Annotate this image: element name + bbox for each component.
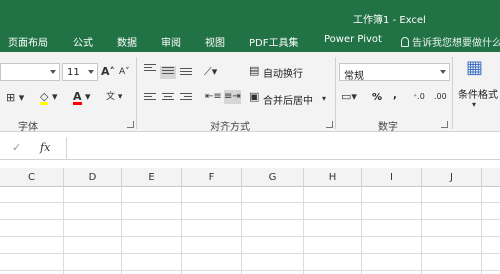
tab-formulas[interactable]: 公式 <box>73 34 93 49</box>
comma-style-button[interactable]: , <box>393 90 397 101</box>
chevron-down-icon[interactable]: ▾ <box>322 92 326 106</box>
table-row <box>0 204 500 220</box>
orientation-icon[interactable]: ⟋▾ <box>204 65 217 79</box>
number-format-value: 常规 <box>344 71 364 82</box>
column-header-partial[interactable] <box>482 168 500 187</box>
tab-review[interactable]: 审阅 <box>161 34 181 49</box>
lightbulb-icon <box>401 37 409 47</box>
conditional-format-button[interactable]: 条件格式 <box>458 86 498 101</box>
fill-color-icon[interactable]: ◇ ▾ <box>40 90 58 105</box>
table-row <box>0 187 500 203</box>
chevron-down-icon <box>88 70 94 74</box>
number-format-combo[interactable]: 常规 <box>339 63 450 82</box>
window-title: 工作簿1 - Excel <box>353 15 426 26</box>
align-left-icon[interactable] <box>144 93 156 103</box>
wrap-text-button[interactable]: 自动换行 <box>263 65 303 80</box>
formula-buttons: ✓ fx <box>0 136 64 160</box>
decrease-indent-icon[interactable]: ⇤≡ <box>205 90 222 104</box>
insert-function-icon[interactable]: fx <box>40 141 50 155</box>
table-row <box>0 238 500 254</box>
title-bar: 工作簿1 - Excel <box>0 0 500 30</box>
decrease-font-icon[interactable]: A˅ <box>119 65 130 79</box>
formula-input[interactable] <box>66 137 500 159</box>
divider <box>335 57 336 129</box>
font-color-icon[interactable]: A ▾ <box>73 90 91 105</box>
font-size-combo[interactable]: 11 <box>62 63 98 81</box>
column-header-J[interactable]: J <box>422 168 482 187</box>
tell-me-text: 告诉我您想要做什么 <box>412 38 500 49</box>
column-header-I[interactable]: I <box>362 168 422 187</box>
divider <box>136 57 137 129</box>
tell-me-search[interactable]: 告诉我您想要做什么 <box>401 34 500 49</box>
percent-style-button[interactable]: % <box>372 92 382 103</box>
merge-center-icon: ▣ <box>249 90 260 103</box>
align-center-icon[interactable] <box>162 93 174 103</box>
border-icon[interactable]: ⊞ ▾ <box>6 91 24 105</box>
wrap-text-icon: ▤ <box>249 64 260 77</box>
tab-pdf-tools[interactable]: PDF工具集 <box>249 34 298 49</box>
alignment-group-label: 对齐方式 <box>210 122 250 133</box>
column-header-G[interactable]: G <box>242 168 304 187</box>
font-group-label: 字体 <box>18 122 38 133</box>
ribbon: 11 A˄ A˅ ⊞ ▾ ◇ ▾ A ▾ 文 ▾ 字体 ⟋▾ ⇤≡ ≡⇥ ▤ 自… <box>0 52 500 133</box>
conditional-format-icon: ▦ <box>466 57 484 78</box>
column-header-F[interactable]: F <box>182 168 242 187</box>
tab-page-layout[interactable]: 页面布局 <box>8 34 48 49</box>
worksheet-grid[interactable]: C D E F G H I J <box>0 168 500 274</box>
accounting-format-icon[interactable]: ▭▾ <box>341 90 357 104</box>
formula-bar: ✓ fx <box>0 136 500 160</box>
tab-power-pivot[interactable]: Power Pivot <box>324 34 382 45</box>
tab-view[interactable]: 视图 <box>205 34 225 49</box>
phonetic-icon[interactable]: 文 ▾ <box>106 90 122 104</box>
tab-data[interactable]: 数据 <box>117 34 137 49</box>
alignment-dialog-launcher-icon[interactable] <box>326 121 333 128</box>
decrease-decimal-icon[interactable]: .00 <box>434 90 447 104</box>
column-header-D[interactable]: D <box>64 168 122 187</box>
font-size-value: 11 <box>67 67 80 78</box>
enter-check-icon[interactable]: ✓ <box>12 141 21 155</box>
chevron-down-icon <box>50 70 56 74</box>
number-group-label: 数字 <box>378 122 398 133</box>
column-header-E[interactable]: E <box>122 168 182 187</box>
align-top-icon[interactable] <box>144 64 156 74</box>
font-name-combo[interactable] <box>0 63 60 81</box>
align-bottom-icon[interactable] <box>180 68 192 78</box>
column-header-H[interactable]: H <box>304 168 362 187</box>
chevron-down-icon <box>440 70 446 74</box>
align-right-icon[interactable] <box>180 93 192 103</box>
align-middle-icon[interactable] <box>160 66 176 79</box>
table-row <box>0 255 500 271</box>
divider <box>452 57 453 129</box>
increase-indent-icon[interactable]: ≡⇥ <box>224 90 241 104</box>
merge-center-button[interactable]: 合并后居中 <box>263 92 313 107</box>
increase-font-icon[interactable]: A˄ <box>101 65 115 79</box>
chevron-down-icon: ▾ <box>472 100 477 109</box>
table-row <box>0 221 500 237</box>
increase-decimal-icon[interactable]: ⁺.0 <box>413 90 425 104</box>
ribbon-tabs: 页面布局 公式 数据 审阅 视图 PDF工具集 Power Pivot 告诉我您… <box>0 30 500 52</box>
font-dialog-launcher-icon[interactable] <box>127 121 134 128</box>
column-header-C[interactable]: C <box>0 168 64 187</box>
number-dialog-launcher-icon[interactable] <box>441 121 448 128</box>
